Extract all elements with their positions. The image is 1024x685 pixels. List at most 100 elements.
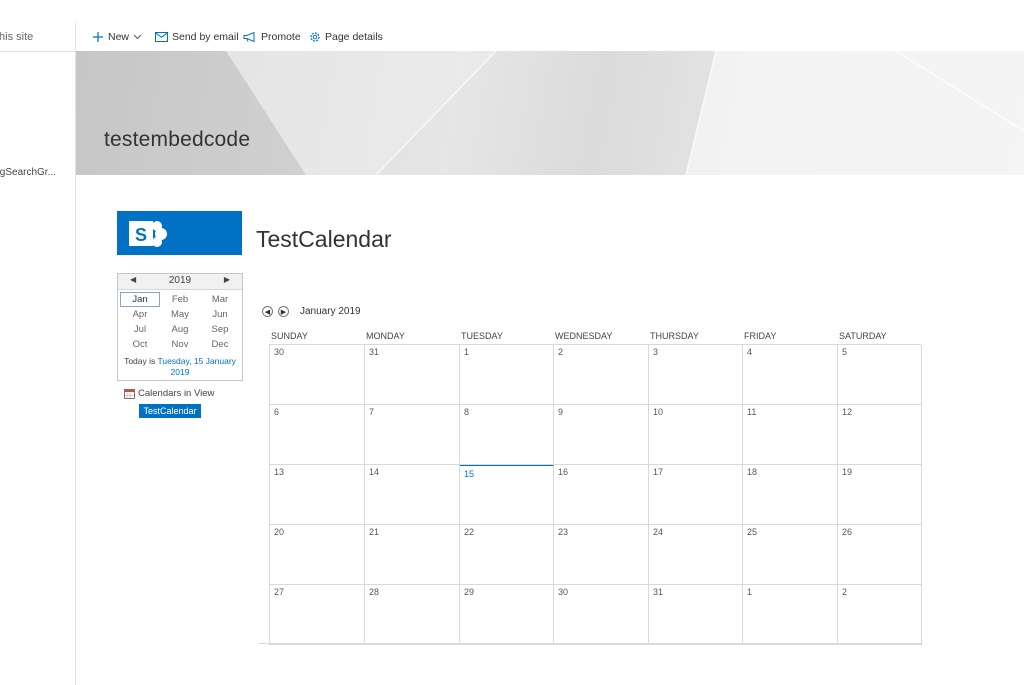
today-prefix: Today is [124,356,158,366]
day-cell[interactable]: 22 [460,525,554,585]
day-cell[interactable]: 26 [838,525,922,585]
promote-label: Promote [261,31,301,43]
day-cell[interactable]: 12 [838,405,922,465]
day-cell[interactable]: 1 [460,345,554,405]
page-title: TestCalendar [256,226,392,252]
month-grid: Jan Feb Mar Apr May Jun Jul Aug Sep Oct … [120,292,240,352]
site-title[interactable]: testembedcode [104,128,250,152]
day-cell[interactable]: 14 [365,465,460,525]
month-sep[interactable]: Sep [200,322,240,337]
month-aug[interactable]: Aug [160,322,200,337]
day-cell[interactable]: 2 [554,345,649,405]
send-by-email-label: Send by email [172,31,239,43]
today-link[interactable]: Tuesday, 15 January 2019 [157,356,235,377]
day-cell[interactable]: 30 [554,585,649,645]
next-year-icon[interactable]: ▶ [224,275,230,284]
day-cell[interactable]: 2 [838,585,922,645]
day-cell[interactable]: 13 [270,465,365,525]
previous-month-button[interactable]: ◀ [262,306,273,317]
day-cell[interactable]: 6 [270,405,365,465]
plus-icon [93,32,103,42]
weekday-wednesday: WEDNESDAY [555,331,613,341]
month-oct[interactable]: Oct [120,337,160,352]
sharepoint-logo: S [117,211,242,255]
page-details-button[interactable]: Page details [309,23,383,51]
day-cell[interactable]: 24 [649,525,743,585]
arrow-right-icon: ▶ [280,308,287,316]
calendar-icon [124,388,135,399]
svg-text:S: S [135,225,147,245]
site-search-box[interactable]: this site [0,23,75,52]
date-navigator-header: ◀ 2019 ▶ [118,274,242,290]
month-navigation: ◀ ▶ January 2019 [262,306,361,317]
date-navigator: ◀ 2019 ▶ Jan Feb Mar Apr May Jun Jul Aug… [117,273,243,381]
day-cell[interactable]: 9 [554,405,649,465]
day-cell[interactable]: 19 [838,465,922,525]
left-navigation: this site s ingSearchGr... ts [0,23,76,685]
day-cell[interactable]: 27 [270,585,365,645]
weekday-thursday: THURSDAY [650,331,699,341]
day-cell[interactable]: 10 [649,405,743,465]
mail-icon [155,32,168,42]
new-label: New [108,31,130,43]
day-cell[interactable]: 31 [365,345,460,405]
sharepoint-logo-icon: S [129,221,167,247]
month-feb[interactable]: Feb [160,292,200,307]
page-details-label: Page details [325,31,383,43]
weekday-saturday: SATURDAY [839,331,887,341]
calendar-bottom-rule [258,643,922,644]
day-cell[interactable]: 21 [365,525,460,585]
day-cell[interactable]: 16 [554,465,649,525]
weekday-sunday: SUNDAY [271,331,308,341]
day-grid: 30 31 1 2 3 4 5 6 7 8 9 10 11 12 13 14 1… [269,344,922,645]
current-month-label: January 2019 [300,306,361,317]
gear-icon [310,32,320,42]
site-search-placeholder: this site [0,31,34,43]
promote-button[interactable]: Promote [243,23,301,51]
month-jan[interactable]: Jan [120,292,160,307]
site-header-banner: testembedcode [76,51,1024,175]
day-cell-today[interactable]: 15 [460,465,554,525]
day-cell[interactable]: 20 [270,525,365,585]
calendar-tag-testcalendar[interactable]: TestCalendar [139,404,201,418]
command-bar: New Send by email Promote Page details [76,23,1024,52]
day-cell[interactable]: 17 [649,465,743,525]
day-cell[interactable]: 18 [743,465,838,525]
day-cell[interactable]: 25 [743,525,838,585]
month-mar[interactable]: Mar [200,292,240,307]
nav-item-2[interactable]: ingSearchGr... [0,167,56,178]
chevron-down-icon [133,34,142,40]
month-calendar: SUNDAY MONDAY TUESDAY WEDNESDAY THURSDAY… [269,329,922,645]
weekday-header: SUNDAY MONDAY TUESDAY WEDNESDAY THURSDAY… [269,329,921,344]
day-cell[interactable]: 31 [649,585,743,645]
calendars-in-view: Calendars in View [124,388,214,399]
weekday-monday: MONDAY [366,331,405,341]
weekday-friday: FRIDAY [744,331,777,341]
banner-background-shapes [76,51,1024,175]
month-nov[interactable]: Nov [160,337,200,352]
arrow-left-icon: ◀ [264,308,271,316]
day-cell[interactable]: 7 [365,405,460,465]
megaphone-icon [243,32,255,42]
day-cell[interactable]: 29 [460,585,554,645]
day-cell[interactable]: 28 [365,585,460,645]
day-cell[interactable]: 8 [460,405,554,465]
day-cell[interactable]: 4 [743,345,838,405]
day-cell[interactable]: 3 [649,345,743,405]
month-jul[interactable]: Jul [120,322,160,337]
calendars-in-view-label: Calendars in View [138,388,215,399]
next-month-button[interactable]: ▶ [278,306,289,317]
day-cell[interactable]: 11 [743,405,838,465]
month-may[interactable]: May [160,307,200,322]
day-cell[interactable]: 5 [838,345,922,405]
today-indicator: Today is Tuesday, 15 January 2019 [122,356,238,378]
day-cell[interactable]: 23 [554,525,649,585]
send-by-email-button[interactable]: Send by email [155,23,239,51]
weekday-tuesday: TUESDAY [461,331,503,341]
month-jun[interactable]: Jun [200,307,240,322]
month-apr[interactable]: Apr [120,307,160,322]
day-cell[interactable]: 1 [743,585,838,645]
day-cell[interactable]: 30 [270,345,365,405]
new-button[interactable]: New [92,23,142,51]
month-dec[interactable]: Dec [200,337,240,352]
